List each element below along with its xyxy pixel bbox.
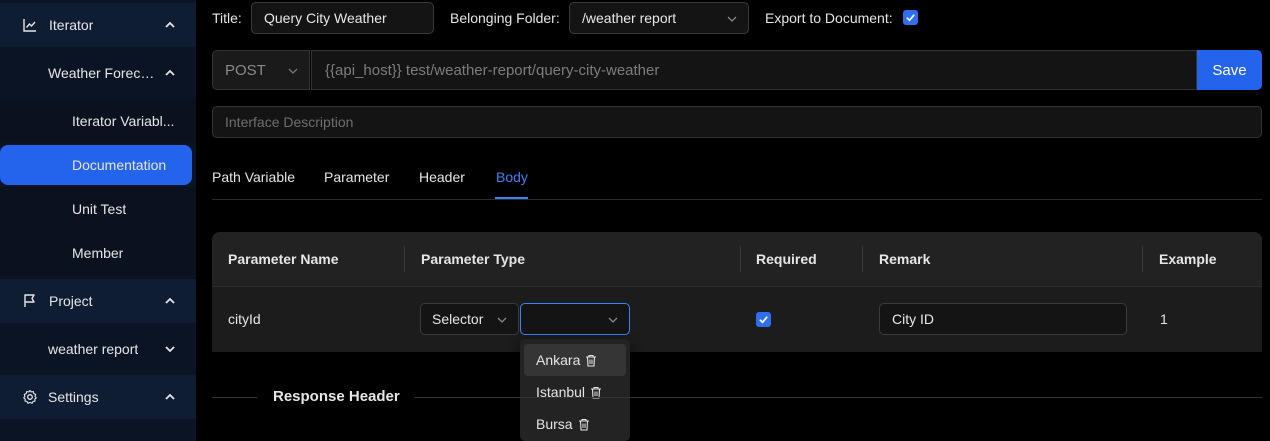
- sidebar-item-label: Documentation: [72, 157, 167, 173]
- title-label: Title:: [212, 10, 242, 26]
- chart-icon: [23, 19, 36, 32]
- sidebar-item-label: Unit Test: [72, 201, 127, 217]
- tab-path-variable[interactable]: Path Variable: [212, 169, 295, 185]
- sidebar-item-iterator[interactable]: Iterator: [0, 3, 196, 47]
- required-checkbox[interactable]: [756, 312, 771, 327]
- tab-parameter[interactable]: Parameter: [324, 169, 389, 185]
- sidebar-item-label: Iterator: [49, 17, 94, 33]
- check-icon: [906, 14, 915, 22]
- chevron-up-icon: [165, 393, 175, 400]
- dropdown-option[interactable]: Ankara: [524, 344, 626, 376]
- column-divider: [862, 246, 863, 272]
- chevron-down-icon: [497, 317, 507, 323]
- check-icon: [759, 316, 768, 324]
- parameter-type-value: Selector: [432, 311, 484, 327]
- parameter-subtype-select[interactable]: [520, 303, 630, 335]
- column-header-required: Required: [756, 251, 817, 267]
- sidebar-item-label: Weather Foreca...: [48, 65, 158, 81]
- column-divider: [740, 246, 741, 272]
- trash-icon[interactable]: [585, 354, 597, 367]
- folder-select-value: /weather report: [582, 10, 677, 26]
- description-input[interactable]: Interface Description: [212, 106, 1262, 138]
- sidebar-item-label: Project: [49, 293, 93, 309]
- sidebar-item-label: Iterator Variabl...: [72, 113, 175, 129]
- body-parameter-table: Parameter Name Parameter Type Required R…: [212, 232, 1262, 352]
- save-button[interactable]: Save: [1197, 50, 1262, 90]
- sidebar-item-label: weather report: [48, 341, 139, 357]
- sidebar-item-settings[interactable]: Settings: [0, 375, 196, 419]
- tab-header[interactable]: Header: [419, 169, 465, 185]
- example-cell: 1: [1160, 311, 1168, 327]
- parameter-type-select[interactable]: Selector: [420, 303, 519, 335]
- dropdown-option-label: Ankara: [536, 352, 581, 368]
- sidebar-item-unit-test[interactable]: Unit Test: [0, 187, 196, 231]
- dropdown-option[interactable]: Bursa: [524, 408, 626, 440]
- dropdown-option-label: Bursa: [536, 416, 573, 432]
- sidebar-item-weather-report[interactable]: weather report: [0, 327, 196, 371]
- sidebar-item-label: Settings: [48, 389, 99, 405]
- sidebar: Iterator Weather Foreca... Iterator Vari…: [0, 0, 196, 441]
- sidebar-item-project[interactable]: Project: [0, 279, 196, 323]
- column-divider: [1142, 246, 1143, 272]
- table-row: cityId Selector City ID 1: [212, 287, 1262, 352]
- folder-label: Belonging Folder:: [450, 10, 560, 26]
- remark-input[interactable]: City ID: [879, 303, 1127, 335]
- active-tab-indicator: [495, 197, 528, 199]
- options-dropdown: Ankara Istanbul Bursa: [520, 339, 630, 441]
- folder-select[interactable]: /weather report: [569, 2, 749, 34]
- flag-icon: [24, 294, 35, 307]
- method-select[interactable]: POST: [212, 50, 310, 90]
- export-checkbox[interactable]: [903, 10, 918, 25]
- section-divider: [212, 397, 257, 398]
- sidebar-item-iterator-variables[interactable]: Iterator Variabl...: [0, 99, 196, 143]
- section-divider: [414, 397, 1262, 398]
- parameter-name-cell: cityId: [228, 311, 261, 327]
- export-label: Export to Document:: [765, 10, 893, 26]
- sidebar-item-documentation[interactable]: Documentation: [0, 145, 192, 185]
- chevron-up-icon: [165, 21, 175, 28]
- chevron-down-icon: [288, 68, 298, 74]
- dropdown-option[interactable]: Istanbul: [524, 376, 626, 408]
- response-header-title: Response Header: [273, 388, 400, 405]
- chevron-down-icon: [608, 317, 618, 323]
- sidebar-item-weather-forecast[interactable]: Weather Foreca...: [0, 51, 196, 95]
- tabs-divider: [212, 199, 1262, 200]
- title-input[interactable]: Query City Weather: [251, 2, 434, 34]
- chevron-up-icon: [165, 297, 175, 304]
- column-header-remark: Remark: [879, 251, 931, 267]
- column-divider: [404, 246, 405, 272]
- column-header-parameter-name: Parameter Name: [228, 251, 339, 267]
- method-value: POST: [225, 61, 266, 79]
- sidebar-item-label: Member: [72, 245, 124, 261]
- gear-icon: [23, 389, 37, 404]
- chevron-down-icon: [727, 16, 737, 22]
- column-header-example: Example: [1159, 251, 1217, 267]
- sidebar-item-member[interactable]: Member: [0, 231, 196, 275]
- table-header: Parameter Name Parameter Type Required R…: [212, 232, 1262, 286]
- url-input[interactable]: {{api_host}} test/weather-report/query-c…: [311, 50, 1197, 90]
- chevron-down-icon: [165, 346, 175, 353]
- chevron-up-icon: [165, 69, 175, 76]
- tab-body[interactable]: Body: [496, 169, 528, 185]
- trash-icon[interactable]: [578, 418, 590, 431]
- column-header-parameter-type: Parameter Type: [421, 251, 526, 267]
